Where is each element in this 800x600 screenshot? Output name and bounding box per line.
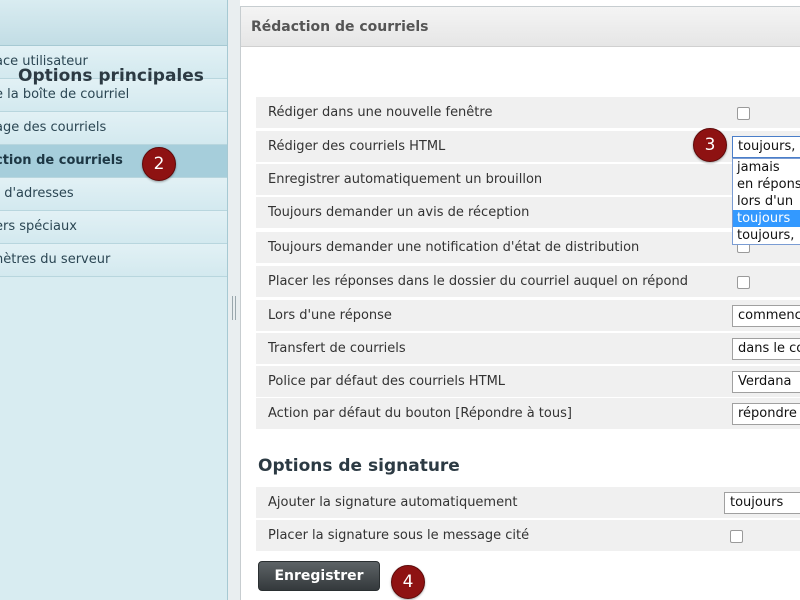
reply-all-select[interactable]: répondre bbox=[732, 403, 800, 425]
sidebar-item-server-settings[interactable]: nètres du serveur bbox=[0, 244, 227, 277]
option-label: Action par défaut du bouton [Répondre à … bbox=[268, 406, 572, 421]
option-row-signature-below-quote: Placer la signature sous le message cité bbox=[256, 520, 800, 552]
option-row-auto-save-draft: Enregistrer automatiquement un brouillon bbox=[256, 164, 800, 196]
when-replying-select[interactable]: commenc bbox=[732, 305, 800, 327]
save-button[interactable]: Enregistrer bbox=[258, 561, 380, 591]
sidebar-item-label: t d'adresses bbox=[0, 186, 74, 201]
option-label: Transfert de courriels bbox=[268, 341, 406, 356]
sidebar-item-contacts[interactable]: t d'adresses bbox=[0, 178, 227, 211]
dropdown-option-selected[interactable]: toujours bbox=[733, 210, 800, 227]
option-label: Ajouter la signature automatiquement bbox=[268, 495, 518, 510]
option-row-when-replying: Lors d'une réponse commenc bbox=[256, 300, 800, 332]
option-row-auto-signature: Ajouter la signature automatiquement tou… bbox=[256, 487, 800, 519]
section-title-signature-options: Options de signature bbox=[258, 456, 460, 476]
pane-splitter[interactable] bbox=[228, 0, 240, 600]
default-font-select[interactable]: Verdana bbox=[732, 371, 800, 393]
forwarding-select[interactable]: dans le co bbox=[732, 338, 800, 360]
option-row-delivery-status: Toujours demander une notification d'éta… bbox=[256, 232, 800, 264]
sidebar-item-label: ction de courriels bbox=[0, 153, 123, 168]
splitter-grip-icon[interactable] bbox=[232, 296, 236, 320]
sidebar-item-special-folders[interactable]: ers spéciaux bbox=[0, 211, 227, 244]
compose-html-dropdown: jamais en répons lors d'un toujours touj… bbox=[732, 158, 800, 245]
signature-below-quote-checkbox[interactable] bbox=[730, 530, 743, 543]
option-row-new-window: Rédiger dans une nouvelle fenêtre bbox=[256, 97, 800, 129]
callout-marker-2: 2 bbox=[142, 147, 176, 181]
option-label: Enregistrer automatiquement un brouillon bbox=[268, 172, 543, 187]
dropdown-option[interactable]: jamais bbox=[733, 159, 800, 176]
option-row-read-receipt: Toujours demander un avis de réception bbox=[256, 197, 800, 229]
callout-marker-3: 3 bbox=[693, 128, 727, 162]
option-row-default-font: Police par défaut des courriels HTML Ver… bbox=[256, 366, 800, 398]
panel-title: Rédaction de courriels bbox=[241, 7, 800, 47]
option-label: Rédiger dans une nouvelle fenêtre bbox=[268, 105, 493, 120]
option-label: Placer la signature sous le message cité bbox=[268, 528, 530, 543]
option-row-reply-same-folder: Placer les réponses dans le dossier du c… bbox=[256, 266, 800, 298]
sidebar-item-displaying-messages[interactable]: age des courriels bbox=[0, 112, 227, 145]
option-row-forwarding: Transfert de courriels dans le co bbox=[256, 333, 800, 365]
new-window-checkbox[interactable] bbox=[737, 107, 750, 120]
dropdown-option[interactable]: en répons bbox=[733, 176, 800, 193]
option-label: Police par défaut des courriels HTML bbox=[268, 374, 506, 389]
compose-html-select[interactable]: toujours, bbox=[732, 136, 800, 158]
option-label: Lors d'une réponse bbox=[268, 308, 392, 323]
sidebar-item-label: ers spéciaux bbox=[0, 219, 77, 234]
callout-marker-4: 4 bbox=[391, 565, 425, 599]
reply-same-folder-checkbox[interactable] bbox=[737, 276, 750, 289]
sidebar-item-label: nètres du serveur bbox=[0, 252, 111, 267]
sidebar-item-composing-messages[interactable]: ction de courriels bbox=[0, 145, 227, 178]
section-title-main-options: Options principales bbox=[18, 66, 204, 86]
option-label: Rédiger des courriels HTML bbox=[268, 139, 446, 154]
dropdown-option[interactable]: toujours, bbox=[733, 227, 800, 244]
option-label: Toujours demander une notification d'éta… bbox=[268, 240, 640, 255]
sidebar-header bbox=[0, 0, 227, 46]
option-label: Toujours demander un avis de réception bbox=[268, 205, 530, 220]
option-row-reply-all-action: Action par défaut du bouton [Répondre à … bbox=[256, 398, 800, 430]
dropdown-option[interactable]: lors d'un bbox=[733, 193, 800, 210]
auto-signature-select[interactable]: toujours bbox=[724, 492, 800, 514]
sidebar-item-label: age des courriels bbox=[0, 120, 107, 135]
settings-sidebar: ace utilisateur e la boîte de courriel a… bbox=[0, 0, 228, 600]
option-label: Placer les réponses dans le dossier du c… bbox=[268, 274, 688, 289]
